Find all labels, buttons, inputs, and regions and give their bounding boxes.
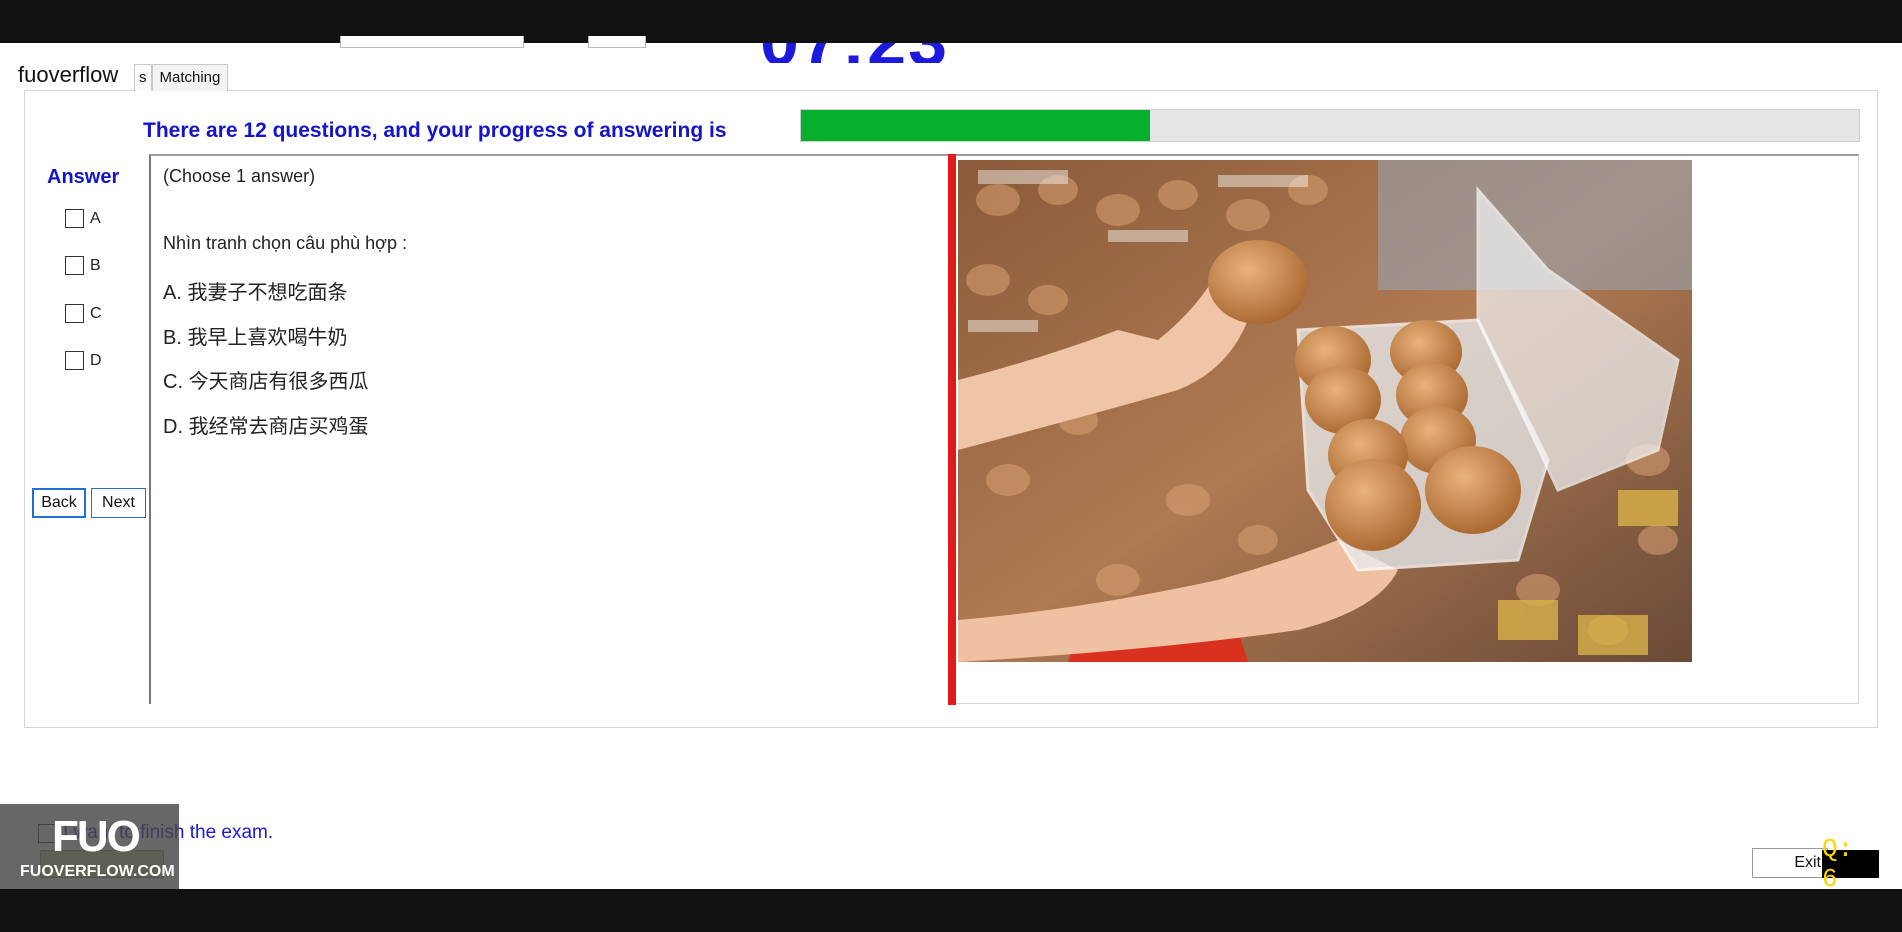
question-option-c: C. 今天商店有很多西瓜: [163, 365, 369, 394]
top-black-bar: [0, 0, 1902, 43]
checkbox-a[interactable]: [65, 209, 84, 228]
clipped-small-field[interactable]: [588, 36, 646, 48]
question-option-letter: A.: [163, 282, 182, 304]
tab-multiple-choices[interactable]: s: [134, 64, 152, 91]
back-button[interactable]: Back: [32, 488, 86, 518]
question-option-a: A. 我妻子不想吃面条: [163, 276, 347, 305]
answer-option-label: A: [90, 209, 101, 227]
question-counter: Q: 6: [1822, 834, 1879, 894]
answer-option-label: D: [90, 351, 102, 369]
clipped-combobox[interactable]: [340, 36, 524, 48]
brand-label: fuoverflow: [18, 62, 129, 88]
answer-option-label: C: [90, 304, 102, 322]
answer-option-d[interactable]: D: [65, 351, 102, 370]
question-option-text: 我早上喜欢喝牛奶: [187, 327, 348, 349]
progress-label: There are 12 questions, and your progres…: [143, 119, 727, 142]
question-option-d: D. 我经常去商店买鸡蛋: [163, 410, 369, 439]
answer-option-c[interactable]: C: [65, 304, 102, 323]
question-option-letter: D.: [163, 416, 183, 438]
answer-option-label: B: [90, 256, 101, 274]
question-option-letter: C.: [163, 371, 183, 393]
eggs-photo-illustration: [958, 160, 1692, 662]
next-button[interactable]: Next: [91, 488, 146, 518]
logo-wordmark: FUO: [52, 812, 141, 861]
question-option-text: 我经常去商店买鸡蛋: [188, 416, 369, 438]
tab-strip: s Matching: [134, 64, 229, 91]
splitter-divider[interactable]: [948, 154, 956, 705]
progress-bar-fill: [801, 110, 1151, 141]
bottom-black-bar: [0, 889, 1902, 932]
checkbox-c[interactable]: [65, 304, 84, 323]
question-text-area: (Choose 1 answer) Nhìn tranh chọn câu ph…: [149, 154, 949, 704]
question-option-b: B. 我早上喜欢喝牛奶: [163, 321, 347, 350]
checkbox-d[interactable]: [65, 351, 84, 370]
answer-option-a[interactable]: A: [65, 209, 101, 228]
progress-bar: [800, 109, 1860, 142]
question-image-area: [956, 154, 1859, 704]
tab-matching[interactable]: Matching: [151, 64, 229, 91]
question-option-text: 今天商店有很多西瓜: [188, 371, 369, 393]
answer-option-b[interactable]: B: [65, 256, 101, 275]
question-option-letter: B.: [163, 327, 182, 349]
answer-title: Answer: [47, 166, 120, 188]
logo-url: FUOVERFLOW.COM: [20, 863, 175, 880]
checkbox-b[interactable]: [65, 256, 84, 275]
exit-button[interactable]: Exit: [1752, 848, 1828, 878]
question-option-text: 我妻子不想吃面条: [187, 282, 348, 304]
question-hint: (Choose 1 answer): [163, 166, 316, 186]
eggs-photo: [958, 160, 1692, 662]
fuoverflow-logo-watermark: FUO FUOVERFLOW.COM: [0, 804, 179, 889]
timer-text: 07:23: [760, 43, 949, 63]
question-prompt: Nhìn tranh chọn câu phù hợp :: [163, 233, 407, 253]
timer-display: 07:23: [760, 43, 980, 63]
